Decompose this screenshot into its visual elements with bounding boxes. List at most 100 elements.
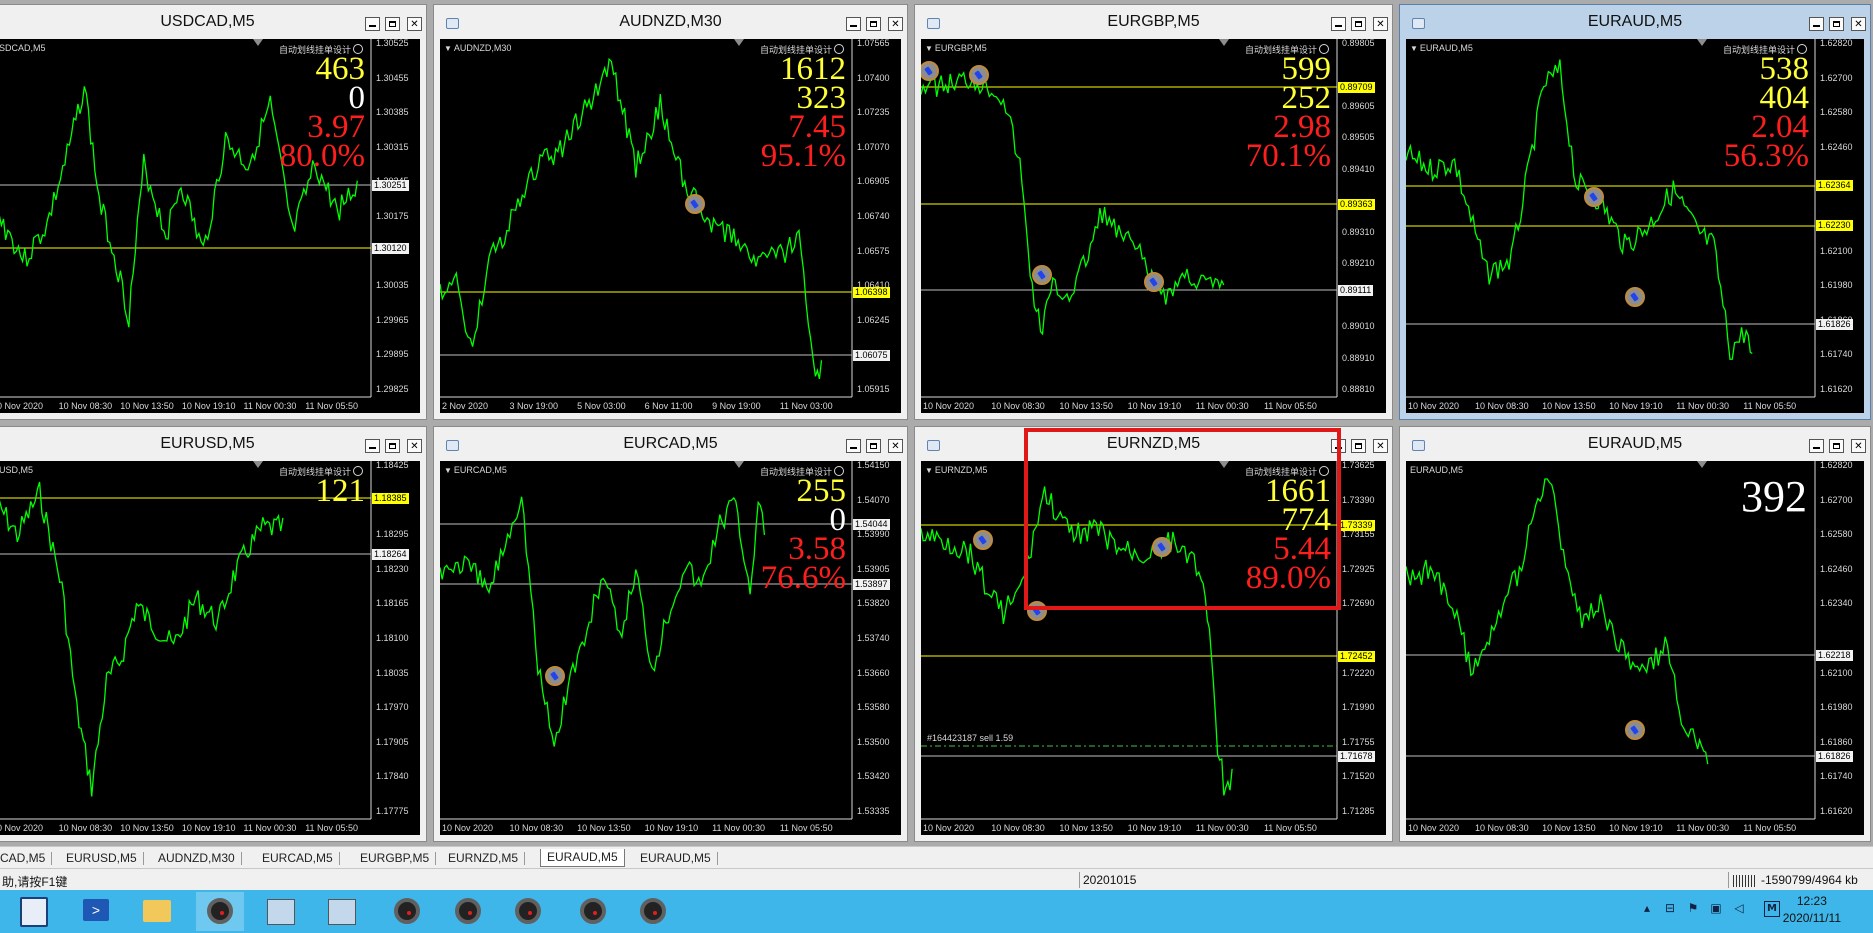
maximize-button[interactable] [385, 17, 400, 31]
taskbar-app-4[interactable] [383, 892, 431, 931]
maximize-button[interactable] [1351, 17, 1366, 31]
chart-titlebar[interactable]: EURAUD,M5 [1400, 427, 1870, 461]
close-button[interactable] [1851, 17, 1866, 31]
chart-window[interactable]: EURNZD,M5▼EURNZD,M5自动划线挂单设计16617745.4489… [914, 426, 1393, 842]
maximize-button[interactable] [1829, 439, 1844, 453]
chart-shift-icon[interactable] [1697, 39, 1707, 46]
chart-tab[interactable]: EURUSD,M5 [66, 850, 144, 867]
chart-titlebar[interactable]: USDCAD,M5 [0, 5, 426, 39]
chart-titlebar[interactable]: EURAUD,M5 [1400, 5, 1870, 39]
stat-value: 70.1% [1245, 138, 1331, 174]
taskbar-app-2[interactable] [256, 892, 304, 931]
chart-shift-icon[interactable] [734, 461, 744, 468]
trade-arrow-icon[interactable] [1031, 265, 1052, 286]
chart-canvas[interactable]: USD,M5自动划线挂单设计1211.184251.183601.182951.… [0, 461, 420, 835]
minimize-button[interactable] [365, 17, 380, 31]
chart-titlebar[interactable]: EURCAD,M5 [434, 427, 907, 461]
chart-titlebar[interactable]: EURGBP,M5 [915, 5, 1392, 39]
chart-window[interactable]: EURUSD,M5USD,M5自动划线挂单设计1211.184251.18360… [0, 426, 427, 842]
chart-window[interactable]: USDCAD,M5SDCAD,M5自动划线挂单设计46303.9780.0%1.… [0, 4, 427, 420]
taskbar-app-6[interactable] [504, 892, 552, 931]
taskbar-app-3[interactable] [317, 892, 365, 931]
dropdown-triangle-icon[interactable]: ▼ [1410, 44, 1418, 53]
tray-monitor-icon[interactable]: ▣ [1709, 901, 1723, 915]
chart-tab[interactable]: CAD,M5 [0, 850, 53, 867]
chart-canvas[interactable]: EURAUD,M5 392 1.62820 1.62700 1.62580 1.62460… [1406, 461, 1864, 835]
taskbar-app-1[interactable] [196, 892, 244, 931]
time-tick-label: 10 Nov 19:10 [181, 823, 236, 833]
chart-canvas[interactable]: ▼ EURGBP,M5 自动划线挂单设计 599 252 2.98 70.1% 0.89805… [921, 39, 1386, 413]
time-tick-label: 11 Nov 00:30 [243, 401, 297, 411]
taskbar-clock[interactable]: 12:23 2020/11/11 [1783, 893, 1841, 927]
trade-arrow-icon[interactable] [685, 193, 706, 214]
chart-canvas[interactable]: ▼ EURNZD,M5 自动划线挂单设计 1661 774 5.44 89.0% 1.7362… [921, 461, 1386, 835]
dropdown-triangle-icon[interactable]: ▼ [925, 44, 933, 53]
chart-tab[interactable]: EURNZD,M5 [448, 850, 526, 867]
order-label[interactable]: #164423187 sell 1.59 [927, 733, 1013, 743]
chart-canvas[interactable]: ▼ EURCAD,M5 自动划线挂单设计 255 0 3.58 76.6% 1.54150 1.… [440, 461, 901, 835]
tray-flag-icon[interactable]: ⚑ [1686, 901, 1700, 915]
taskbar-app-8[interactable] [629, 892, 677, 931]
close-button[interactable] [1373, 439, 1388, 453]
dropdown-triangle-icon[interactable]: ▼ [444, 466, 452, 475]
close-button[interactable] [1851, 439, 1866, 453]
chart-shift-icon[interactable] [1697, 461, 1707, 468]
dropdown-triangle-icon[interactable]: ▼ [444, 44, 452, 53]
time-tick-label: 10 Nov 13:50 [1059, 401, 1113, 411]
chart-canvas[interactable]: ▼ EURAUD,M5 自动划线挂单设计 538 404 2.04 56.3% 1.62820… [1406, 39, 1864, 413]
tray-ime-icon[interactable]: M [1764, 901, 1780, 917]
chart-shift-icon[interactable] [734, 39, 744, 46]
close-button[interactable] [888, 439, 903, 453]
start-button[interactable] [12, 892, 60, 931]
chart-window[interactable]: EURAUD,M5▼EURAUD,M5自动划线挂单设计5384042.0456.… [1399, 4, 1871, 420]
trade-arrow-icon[interactable] [1584, 186, 1605, 207]
close-button[interactable] [407, 439, 422, 453]
maximize-button[interactable] [866, 439, 881, 453]
chart-tab[interactable]: AUDNZD,M30 [158, 850, 242, 867]
chart-titlebar[interactable]: AUDNZD,M30 [434, 5, 907, 39]
close-button[interactable] [888, 17, 903, 31]
minimize-button[interactable] [1809, 439, 1824, 453]
chart-window[interactable]: EURCAD,M5▼EURCAD,M5自动划线挂单设计25503.5876.6%… [433, 426, 908, 842]
taskbar-app-7[interactable] [569, 892, 617, 931]
chart-window[interactable]: AUDNZD,M30▼AUDNZD,M30自动划线挂单设计16123237.45… [433, 4, 908, 420]
chart-titlebar[interactable]: EURNZD,M5 [915, 427, 1392, 461]
chart-shift-icon[interactable] [253, 461, 263, 468]
minimize-button[interactable] [1331, 439, 1346, 453]
maximize-button[interactable] [1351, 439, 1366, 453]
chart-canvas[interactable]: ▼ AUDNZD,M30 自动划线挂单设计 1612 323 7.45 95.1% 1.075… [440, 39, 901, 413]
chart-window[interactable]: EURAUD,M5 EURAUD,M5 392 1.62820 1.62700 1.625… [1399, 426, 1871, 842]
chart-tab[interactable]: EURAUD,M5 [540, 849, 625, 867]
dropdown-triangle-icon[interactable]: ▼ [925, 466, 933, 475]
minimize-button[interactable] [1809, 17, 1824, 31]
close-button[interactable] [1373, 17, 1388, 31]
chart-tab[interactable]: EURAUD,M5 [640, 850, 718, 867]
tray-network-icon[interactable]: ⊟ [1663, 901, 1677, 915]
tray-speaker-icon[interactable]: ◁ [1732, 901, 1746, 915]
tray-arrow-icon[interactable]: ▴ [1640, 901, 1654, 915]
chart-shift-icon[interactable] [1219, 39, 1229, 46]
minimize-button[interactable] [365, 439, 380, 453]
chart-window[interactable]: EURGBP,M5▼EURGBP,M5自动划线挂单设计5992522.9870.… [914, 4, 1393, 420]
chart-titlebar[interactable]: EURUSD,M5 [0, 427, 426, 461]
chart-canvas[interactable]: SDCAD,M5 自动划线挂单设计 463 0 3.97 80.0% 1.30525 1.30… [0, 39, 420, 413]
maximize-button[interactable] [385, 439, 400, 453]
chart-tab[interactable]: EURGBP,M5 [360, 850, 437, 867]
minimize-button[interactable] [846, 17, 861, 31]
maximize-button[interactable] [1829, 17, 1844, 31]
chart-shift-icon[interactable] [253, 39, 263, 46]
time-tick-label: 10 Nov 08:30 [1475, 401, 1529, 411]
taskbar-powershell[interactable]: > [73, 892, 121, 931]
taskbar-explorer[interactable] [134, 892, 182, 931]
trade-arrow-icon[interactable] [1625, 286, 1646, 307]
taskbar-app-5[interactable] [444, 892, 492, 931]
chart-tab[interactable]: EURCAD,M5 [262, 850, 340, 867]
close-button[interactable] [407, 17, 422, 31]
minimize-button[interactable] [1331, 17, 1346, 31]
minimize-button[interactable] [846, 439, 861, 453]
trade-arrow-icon[interactable] [969, 64, 990, 85]
trade-arrow-icon[interactable] [1625, 719, 1646, 740]
chart-plot[interactable] [0, 461, 420, 835]
maximize-button[interactable] [866, 17, 881, 31]
chart-shift-icon[interactable] [1219, 461, 1229, 468]
